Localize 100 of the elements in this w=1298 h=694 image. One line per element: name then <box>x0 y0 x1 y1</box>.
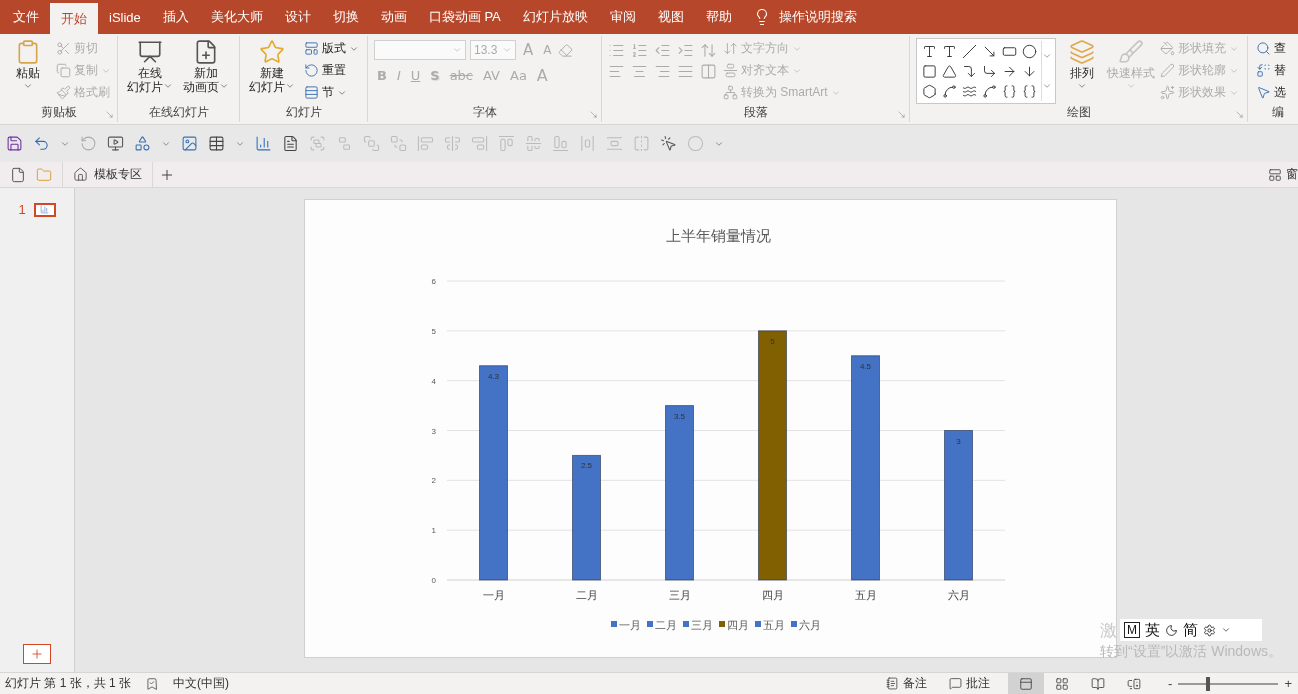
save-icon[interactable] <box>6 135 23 152</box>
ribbon-button[interactable]: 排列 <box>1060 38 1104 92</box>
ribbon-tab[interactable]: 插入 <box>151 0 200 34</box>
notes-button[interactable]: 备注 <box>882 673 932 694</box>
window-label[interactable]: 窗 <box>1286 166 1298 183</box>
ribbon-tab[interactable]: 口袋动画 PA <box>417 0 512 34</box>
category-label: 二月 <box>575 589 598 601</box>
moon-icon[interactable] <box>1165 623 1178 637</box>
caret-icon[interactable] <box>1221 625 1231 635</box>
line-icon[interactable] <box>961 43 977 59</box>
folder-icon[interactable] <box>36 166 52 183</box>
document-tab[interactable]: 模板专区 <box>62 161 153 188</box>
zoom-out-button[interactable]: - <box>1166 676 1175 691</box>
ribbon-tab[interactable]: 帮助 <box>694 0 743 34</box>
undo-icon[interactable] <box>33 135 50 152</box>
picture-icon[interactable] <box>181 135 198 152</box>
ribbon-tab[interactable]: 视图 <box>646 0 695 34</box>
ribbon-button[interactable]: 粘贴 <box>6 38 50 92</box>
ribbon-tab[interactable]: 文件 <box>2 0 50 34</box>
ribbon-tab[interactable]: 动画 <box>369 0 418 34</box>
ribbon-tab[interactable]: 切换 <box>321 0 370 34</box>
vertical-textbox-icon[interactable] <box>941 43 957 59</box>
down-arrow-icon[interactable] <box>1021 63 1037 79</box>
elbow-arrow-icon[interactable] <box>981 63 997 79</box>
new-slide-icon <box>259 39 285 65</box>
triangle-icon[interactable] <box>941 63 957 79</box>
language-label[interactable]: 中文(中国) <box>173 675 230 692</box>
scroll-down-icon[interactable] <box>1041 51 1052 61</box>
axis-tick-label: 3 <box>431 426 436 436</box>
selection-pane-icon[interactable] <box>660 135 677 152</box>
ribbon-tab[interactable]: 设计 <box>273 0 322 34</box>
comments-button[interactable]: 批注 <box>945 673 995 694</box>
ribbon-button[interactable]: 查 <box>1254 38 1288 59</box>
ribbon-button[interactable]: 替 <box>1254 60 1288 81</box>
ribbon-button[interactable]: 在线 幻灯片 <box>124 38 176 95</box>
data-label: 5 <box>770 336 775 346</box>
launcher-icon[interactable] <box>105 110 114 119</box>
ribbon-tab[interactable]: 美化大师 <box>199 0 274 34</box>
comment-icon <box>949 677 963 690</box>
legend-item: 二月 <box>647 619 677 631</box>
shape-gallery[interactable] <box>916 38 1056 104</box>
group-label: 字体 <box>472 104 497 121</box>
ribbon-button[interactable]: 版式 <box>302 38 361 59</box>
pen-icon <box>1160 63 1175 78</box>
font-name-field[interactable] <box>374 40 466 60</box>
slide-thumbnail[interactable] <box>33 202 56 217</box>
table-icon[interactable] <box>208 135 225 152</box>
arc-icon[interactable] <box>981 83 997 99</box>
bar-chart-icon[interactable] <box>255 135 272 152</box>
slide-info: 幻灯片 第 1 张，共 1 张 <box>5 675 132 692</box>
ribbon-tab[interactable]: 审阅 <box>598 0 647 34</box>
eraser-icon[interactable] <box>558 42 574 58</box>
launcher-icon[interactable] <box>1235 110 1244 119</box>
ribbon-tab[interactable]: iSlide <box>98 0 152 34</box>
group-label: 幻灯片 <box>285 104 322 121</box>
add-slide-button[interactable] <box>23 644 51 664</box>
legend-label: 四月 <box>727 619 749 631</box>
redo-icon[interactable] <box>80 135 97 152</box>
ribbon-button[interactable]: 新建 幻灯片 <box>246 38 298 95</box>
launcher-icon[interactable] <box>589 110 598 119</box>
legend-item: 三月 <box>683 619 713 631</box>
slideshow-icon[interactable] <box>107 135 124 152</box>
zoom-thumb[interactable] <box>1206 676 1211 691</box>
zoom-in-button[interactable]: + <box>1282 676 1294 691</box>
scribble-icon[interactable] <box>941 83 957 99</box>
data-label: 4.5 <box>859 361 872 371</box>
spell-check-icon[interactable] <box>145 676 160 691</box>
normal-view-icon <box>1019 676 1034 691</box>
ribbon-tab[interactable]: 幻灯片放映 <box>511 0 599 34</box>
category-label: 五月 <box>854 589 877 601</box>
launcher-icon[interactable] <box>897 110 906 119</box>
group-label: 剪贴板 <box>40 104 77 121</box>
ribbon-tab[interactable]: 开始 <box>50 3 98 34</box>
window-icon[interactable] <box>1268 167 1282 182</box>
textbox-icon[interactable] <box>921 43 937 59</box>
more-icon[interactable] <box>1041 81 1052 91</box>
axis-tick-label: 6 <box>431 277 436 286</box>
ribbon-button[interactable]: 节 <box>302 82 361 103</box>
ribbon-button[interactable]: 选 <box>1254 82 1288 103</box>
view-button[interactable] <box>1008 673 1045 694</box>
legend-item: 五月 <box>755 619 785 631</box>
ribbon-button[interactable]: 重置 <box>302 60 361 81</box>
right-arrow-icon[interactable] <box>1001 63 1017 79</box>
caret-icon <box>1077 81 1087 91</box>
rounded-square-icon[interactable] <box>921 63 937 79</box>
elbow-connector-icon[interactable] <box>961 63 977 79</box>
replace-icon <box>1256 63 1271 78</box>
oval-icon[interactable] <box>1021 43 1037 59</box>
notes-icon <box>886 677 900 690</box>
style-brush-icon <box>1118 39 1144 65</box>
data-label: 3.5 <box>673 411 686 421</box>
textbox-icon[interactable] <box>282 135 299 152</box>
ime-toolbar[interactable]: M 英 简 <box>1120 619 1262 641</box>
shapes-icon[interactable] <box>134 135 151 152</box>
new-file-icon[interactable] <box>10 166 26 183</box>
pointer-icon <box>1256 85 1271 100</box>
tell-me-search[interactable]: 操作说明搜索 <box>778 8 857 26</box>
caret-icon <box>285 81 295 91</box>
ribbon-button[interactable]: 新加 动画页 <box>180 38 232 95</box>
settings-icon[interactable] <box>1203 623 1216 637</box>
